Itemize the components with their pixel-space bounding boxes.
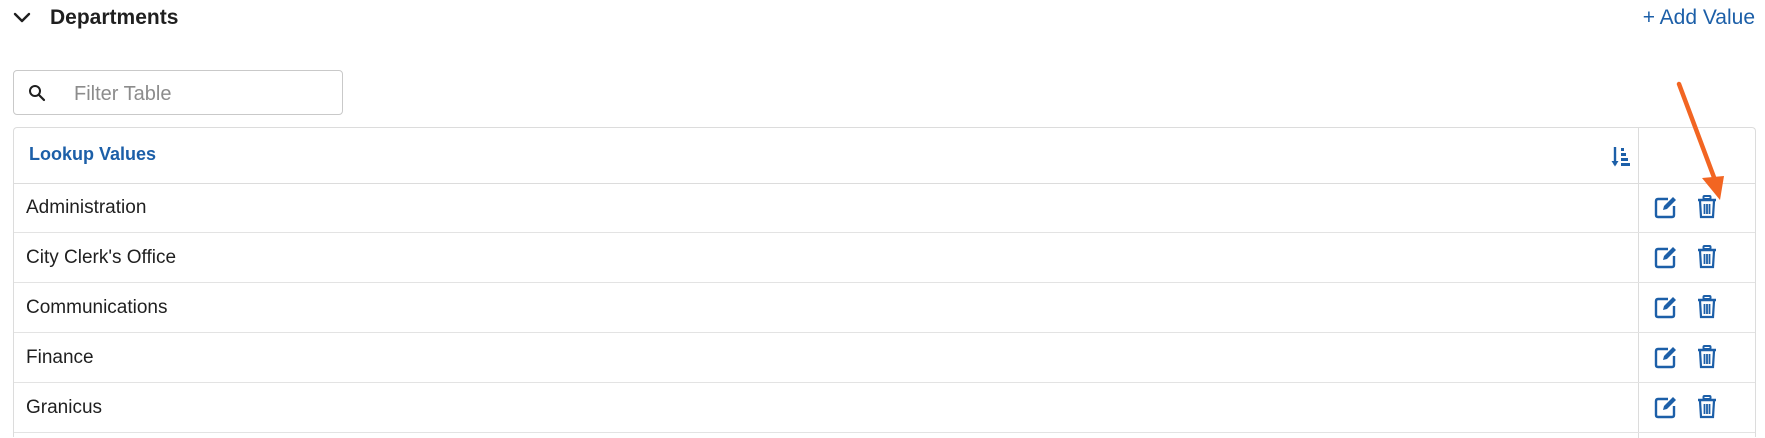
edit-icon[interactable] (1654, 345, 1678, 369)
table-row: Granicus (14, 383, 1755, 433)
trash-icon[interactable] (1697, 345, 1717, 369)
search-icon (29, 85, 46, 102)
edit-icon[interactable] (1654, 245, 1678, 269)
lookup-values-table: Lookup Values Administration City Clerk'… (13, 127, 1756, 438)
row-label: Granicus (26, 397, 103, 418)
sort-icon[interactable] (1611, 146, 1631, 168)
table-row: City Clerk's Office (14, 233, 1755, 283)
trash-icon[interactable] (1697, 245, 1717, 269)
table-row: Finance (14, 333, 1755, 383)
chevron-down-icon[interactable] (12, 8, 32, 28)
add-value-link[interactable]: + Add Value (1643, 6, 1755, 30)
filter-table-input[interactable] (72, 77, 338, 111)
filter-table-box (13, 70, 343, 115)
section-header: Departments + Add Value (0, 0, 1765, 40)
edit-icon[interactable] (1654, 195, 1678, 219)
row-label: Communications (26, 297, 168, 318)
table-row: Administration (14, 183, 1755, 233)
trash-icon[interactable] (1697, 195, 1717, 219)
section-title: Departments (50, 6, 179, 29)
trash-icon[interactable] (1697, 295, 1717, 319)
table-header: Lookup Values (14, 128, 1755, 184)
edit-icon[interactable] (1654, 295, 1678, 319)
row-label: Finance (26, 347, 94, 368)
trash-icon[interactable] (1697, 395, 1717, 419)
edit-icon[interactable] (1654, 395, 1678, 419)
row-label: City Clerk's Office (26, 247, 177, 268)
column-header-lookup-values[interactable]: Lookup Values (29, 144, 156, 165)
row-label: Administration (26, 197, 147, 218)
table-row: Communications (14, 283, 1755, 333)
